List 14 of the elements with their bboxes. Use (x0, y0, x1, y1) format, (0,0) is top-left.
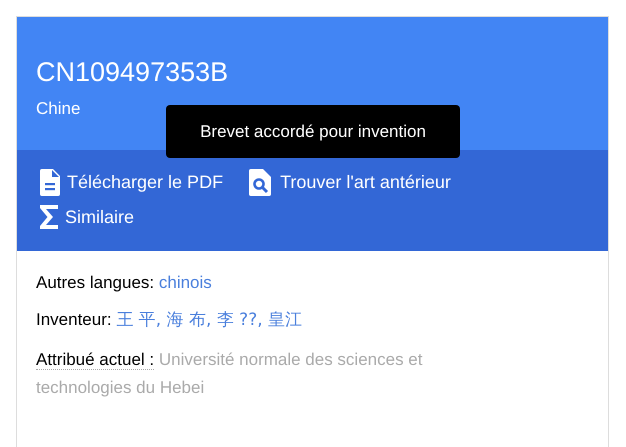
prior-art-link[interactable]: Trouver l'art antérieur (249, 167, 451, 197)
field-label: Autres langues: (36, 273, 154, 292)
language-link[interactable]: chinois (158, 273, 212, 292)
assignee-text: Attribué actuel : Université normale des sciences et technologies du Hebei (36, 349, 424, 399)
document-search-icon (249, 168, 274, 196)
inventor-links[interactable]: 王 平, 海 布, 李 ??, 皇江 (116, 310, 302, 330)
field-label: Inventeur: (36, 310, 112, 329)
download-pdf-link[interactable]: Télécharger le PDF (40, 167, 224, 197)
document-icon (40, 168, 60, 196)
tooltip: Brevet accordé pour invention (166, 105, 460, 158)
similar-link[interactable]: Similaire (40, 202, 134, 232)
patent-number: CN109497353B (36, 57, 230, 88)
country-label: Chine (36, 99, 82, 119)
sigma-icon (40, 205, 58, 229)
